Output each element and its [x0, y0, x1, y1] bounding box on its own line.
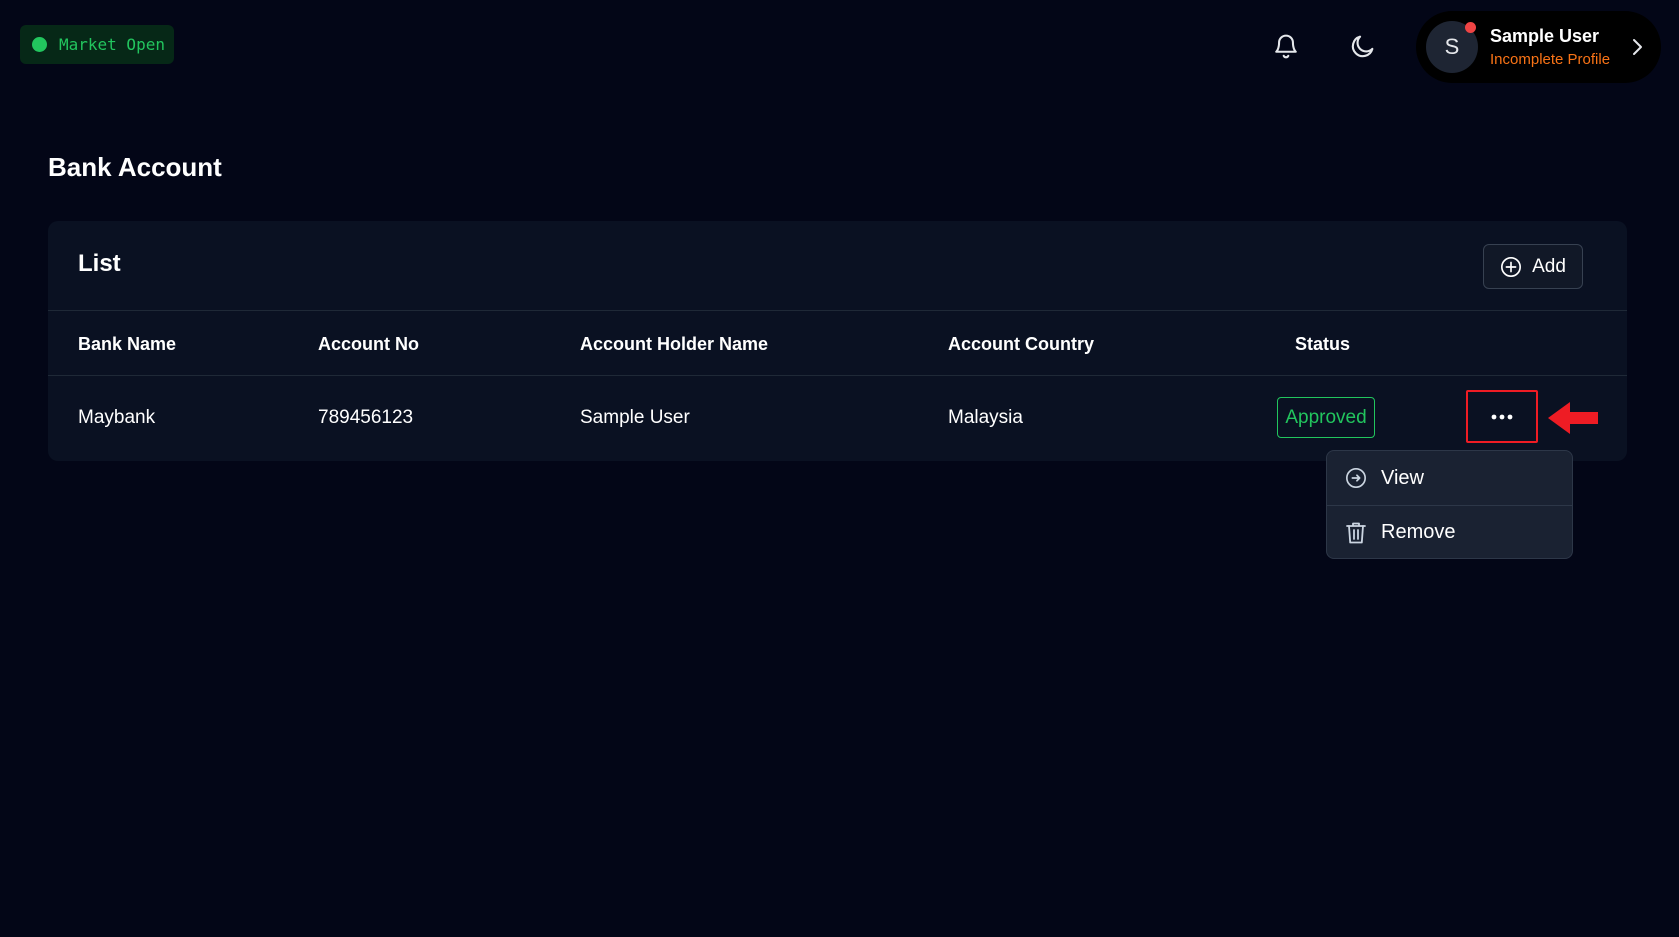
market-status-dot — [32, 37, 47, 52]
theme-toggle-button[interactable] — [1345, 28, 1381, 64]
market-status-badge: Market Open — [20, 25, 174, 64]
add-button[interactable]: Add — [1483, 244, 1583, 289]
notifications-button[interactable] — [1268, 28, 1304, 64]
row-actions-button[interactable] — [1466, 390, 1538, 443]
user-name: Sample User — [1490, 26, 1600, 46]
top-bar: Market Open S Sample User Incomplete Pro… — [0, 0, 1679, 94]
menu-item-view-label: View — [1381, 466, 1424, 489]
bell-icon — [1275, 34, 1297, 59]
menu-item-remove-label: Remove — [1381, 521, 1456, 543]
table-header: Bank Name Account No Account Holder Name… — [48, 312, 1627, 376]
cell-country: Malaysia — [948, 407, 1023, 428]
trash-icon — [1346, 522, 1366, 543]
user-profile-menu[interactable]: S Sample User Incomplete Profile — [1416, 11, 1661, 83]
more-horizontal-icon — [1491, 414, 1513, 419]
card-title: List — [78, 250, 121, 277]
notification-dot — [1465, 22, 1476, 33]
column-header-country: Account Country — [948, 334, 1094, 354]
menu-item-remove[interactable]: Remove — [1327, 505, 1572, 558]
column-header-holder-name: Account Holder Name — [580, 334, 769, 354]
card-header: List Add — [48, 221, 1627, 311]
column-header-status: Status — [1295, 334, 1351, 354]
column-header-account-no: Account No — [318, 334, 419, 354]
table-row: Maybank 789456123 Sample User Malaysia A… — [48, 377, 1627, 461]
annotation-arrow-icon — [1548, 402, 1598, 434]
market-status-label: Market Open — [59, 35, 165, 54]
status-badge: Approved — [1277, 397, 1375, 438]
cell-holder-name: Sample User — [580, 407, 690, 428]
avatar: S — [1426, 21, 1478, 73]
page-title: Bank Account — [48, 152, 222, 182]
profile-status: Incomplete Profile — [1490, 51, 1611, 68]
chevron-right-icon — [1633, 39, 1642, 55]
column-header-bank-name: Bank Name — [78, 334, 177, 354]
row-actions-menu: View Remove — [1326, 450, 1573, 559]
avatar-initial: S — [1444, 34, 1460, 59]
moon-icon — [1351, 35, 1374, 58]
arrow-circle-right-icon — [1346, 468, 1366, 488]
cell-bank-name: Maybank — [78, 407, 156, 428]
bank-account-list-card: List Add Bank Name Account No Account Ho… — [48, 221, 1627, 461]
add-button-label: Add — [1532, 255, 1566, 277]
cell-account-no: 789456123 — [318, 407, 414, 428]
menu-item-view[interactable]: View — [1327, 451, 1572, 505]
plus-circle-icon — [1501, 256, 1522, 277]
